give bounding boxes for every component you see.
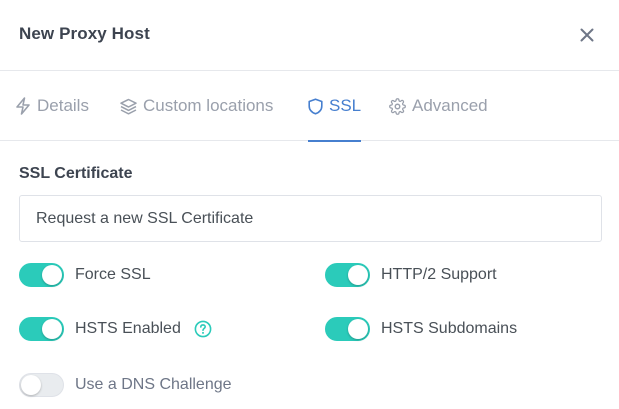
toggle-knob (42, 265, 62, 285)
http2-support-option: HTTP/2 Support (325, 262, 497, 288)
gear-icon (389, 97, 406, 115)
hsts-subdomains-option: HSTS Subdomains (325, 316, 517, 342)
hsts-enabled-toggle[interactable] (19, 317, 64, 341)
close-icon (580, 28, 594, 42)
force-ssl-option: Force SSL (19, 262, 151, 288)
hsts-subdomains-label: HSTS Subdomains (381, 320, 518, 337)
dns-challenge-toggle[interactable] (19, 373, 64, 397)
help-circle-icon[interactable] (194, 320, 212, 338)
tab-details[interactable]: Details (15, 71, 89, 141)
lightning-icon (16, 97, 30, 115)
ssl-certificate-label: SSL Certificate (19, 165, 133, 182)
tab-ssl-label: SSL (329, 96, 362, 115)
tab-details-label: Details (37, 96, 89, 115)
toggle-knob (42, 319, 62, 339)
new-proxy-host-modal: New Proxy Host Details Custom locations (0, 0, 619, 409)
toggle-knob (348, 319, 368, 339)
hsts-enabled-option: HSTS Enabled (19, 316, 212, 342)
tab-custom-locations[interactable]: Custom locations (120, 71, 273, 141)
toggle-knob (348, 265, 368, 285)
http2-support-label: HTTP/2 Support (381, 266, 497, 283)
hsts-enabled-label: HSTS Enabled (75, 320, 181, 337)
dns-challenge-label: Use a DNS Challenge (75, 376, 232, 393)
modal-title: New Proxy Host (19, 24, 150, 43)
close-button[interactable] (576, 24, 598, 46)
tab-custom-locations-label: Custom locations (143, 96, 274, 115)
shield-icon (308, 97, 323, 115)
ssl-certificate-value: Request a new SSL Certificate (36, 209, 254, 227)
tab-advanced[interactable]: Advanced (389, 71, 488, 141)
tab-advanced-label: Advanced (412, 96, 488, 115)
http2-support-toggle[interactable] (325, 263, 370, 287)
dns-challenge-option: Use a DNS Challenge (19, 372, 232, 398)
toggle-knob (21, 375, 41, 395)
hsts-subdomains-toggle[interactable] (325, 317, 370, 341)
force-ssl-toggle[interactable] (19, 263, 64, 287)
tab-ssl[interactable]: SSL (308, 71, 362, 142)
layers-icon (120, 98, 137, 115)
tab-bar: Details Custom locations SSL Advanced (0, 71, 619, 142)
modal-header: New Proxy Host (0, 0, 619, 71)
force-ssl-label: Force SSL (75, 266, 151, 283)
ssl-certificate-select[interactable]: Request a new SSL Certificate (19, 195, 602, 242)
